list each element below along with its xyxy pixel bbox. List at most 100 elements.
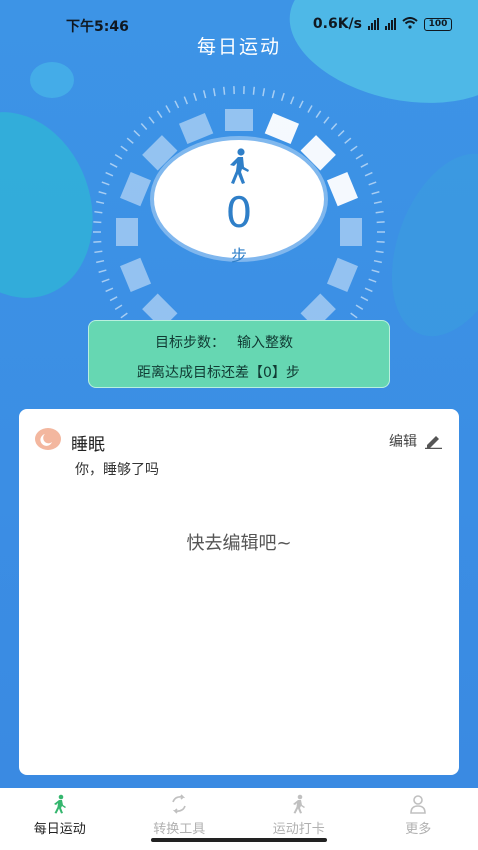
dial-tick [114,153,123,160]
dial-segment [120,257,152,293]
dial-tick [109,296,118,302]
sleep-card: 睡眠 编辑 你，睡够了吗 快去编辑吧~ [19,409,459,775]
dial-tick [375,250,384,254]
dial-tick [376,221,385,224]
goal-row: 目标步数： 输入整数 [155,332,305,352]
dial-tick [360,296,369,302]
dial-tick [373,259,382,264]
goal-input[interactable]: 输入整数 [237,335,293,351]
tab-label: 每日运动 [33,822,86,837]
dial-tick [93,240,102,243]
dial-tick [183,96,188,105]
tab-daily-exercise[interactable]: 每日运动 [0,788,120,850]
dial-tick [174,100,180,109]
dial-tick [94,210,103,214]
dial-tick [373,200,382,205]
checkin-icon [292,794,305,814]
dial-tick [105,287,114,293]
dial-tick [371,191,380,195]
steps-count: 0 [225,188,253,237]
dial-tick [290,96,295,105]
convert-icon [172,794,187,814]
dial-tick [323,116,330,124]
tab-more[interactable]: 更多 [359,788,478,850]
tab-label: 运动打卡 [272,822,325,837]
dial-tick [271,90,276,99]
dial-tick [262,88,266,97]
dial-tick [165,105,171,113]
dial-tick [337,130,345,137]
steps-unit: 步 [230,246,247,265]
dial-tick [364,171,373,177]
moon-icon [35,428,61,450]
dial-segment [120,171,152,207]
goal-box[interactable]: 目标步数： 输入整数 距离达成目标还差【0】步 [88,320,390,388]
battery-icon: 100 [424,17,452,31]
dial-tick [376,240,385,243]
dial-tick [202,90,207,99]
dial-tick [93,221,102,224]
dial-tick [101,181,110,186]
card-title: 睡眠 [71,435,105,455]
dial-segment [326,171,358,207]
dial-tick [96,200,105,205]
signal-icon [368,18,379,30]
dial-tick [212,88,216,97]
signal-icon [385,18,396,30]
dial-tick [114,304,123,311]
dial-tick [375,210,384,214]
tab-label: 更多 [405,822,432,837]
dial-tick [96,259,105,264]
card-subtitle: 你，睡够了吗 [75,462,159,478]
goal-label: 目标步数： [155,335,225,351]
status-indicators: 0.6K/s 100 [313,16,452,32]
dial-tick [315,110,322,119]
dial-tick [140,122,148,130]
tab-label: 转换工具 [153,822,206,837]
dial-tick [298,100,304,109]
dial-tick [120,145,128,152]
dial-tick [120,312,128,319]
dial-tick [350,312,358,319]
home-indicator [151,838,327,842]
dial-tick [98,269,107,273]
dial-segment [116,218,138,246]
dial-segment [340,218,362,246]
dial-tick [344,137,352,144]
dial-segment [326,257,358,293]
dial-tick [360,162,369,168]
user-icon [410,795,427,814]
dial-tick [368,181,377,186]
dial-tick [156,110,163,119]
dial-tick [355,304,364,311]
goal-remaining: 距离达成目标还差【0】步 [137,365,300,381]
walk-icon [230,148,249,184]
dial-segment [225,109,253,131]
dial-tick [126,137,134,144]
dial-tick [222,86,226,95]
empty-hint: 快去编辑吧~ [186,533,292,554]
edit-label: 编辑 [389,434,417,450]
network-speed: 0.6K/s [312,16,362,32]
page-title: 每日运动 [196,36,281,58]
wifi-icon [402,16,418,32]
dial-tick [101,278,110,283]
walk-icon [53,794,66,814]
background-blob [30,62,74,98]
dial-tick [368,278,377,283]
dial-tick [350,145,358,152]
dial-tick [133,130,141,137]
dial-tick [98,191,107,195]
dial-tick [193,92,198,101]
dial-tick [355,153,364,160]
dial-tick [252,86,256,95]
dial-tick [280,92,285,101]
dial-tick [109,162,118,168]
dial-tick [94,250,103,254]
pencil-icon [425,436,442,449]
dial-segment [178,113,214,145]
dial-tick [105,171,114,177]
edit-button[interactable]: 编辑 [389,431,443,451]
dial-tick [364,287,373,293]
dial-tick [307,105,313,113]
